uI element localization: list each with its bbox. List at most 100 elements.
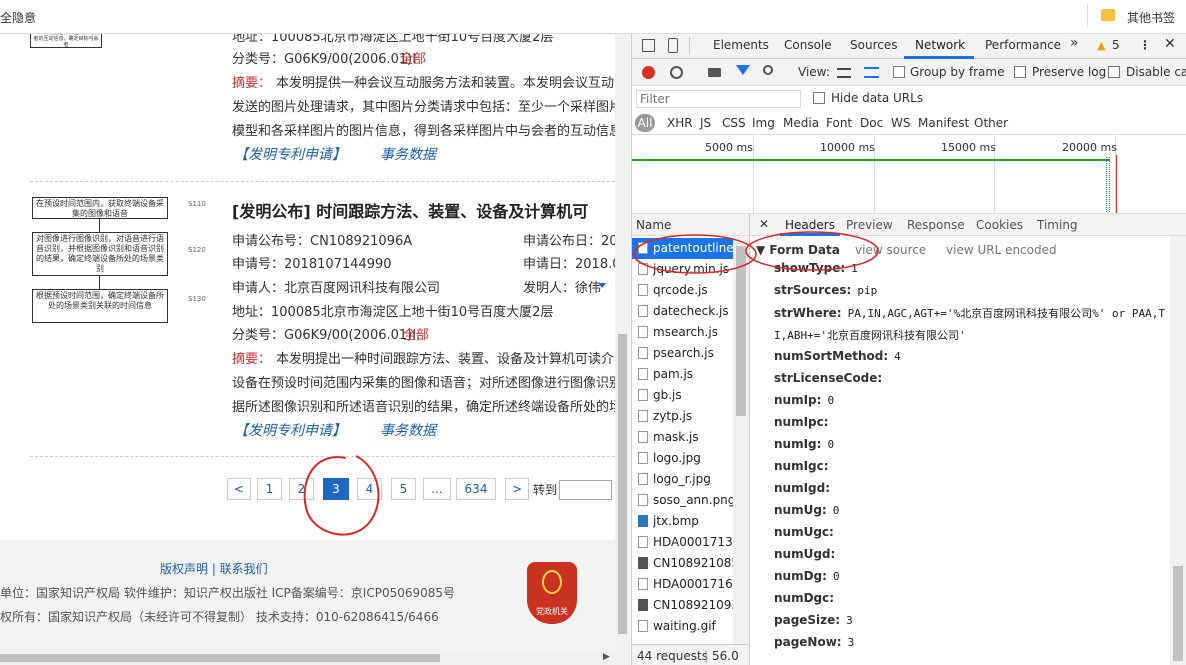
view-url-encoded-link[interactable]: view URL encoded [946, 243, 1057, 257]
next-page-button[interactable]: > [505, 478, 529, 500]
close-details-icon[interactable]: ✕ [759, 217, 769, 231]
disable-cache-checkbox[interactable] [1108, 66, 1120, 78]
request-row[interactable]: logo_r.jpg [638, 469, 738, 490]
status-separator: | [704, 649, 709, 663]
request-name: psearch.js [653, 346, 714, 360]
group-by-frame-checkbox[interactable] [893, 66, 905, 78]
scrollbar-thumb[interactable] [618, 334, 627, 634]
large-rows-icon[interactable] [837, 68, 851, 78]
scroll-right-icon[interactable]: ▶ [603, 652, 610, 662]
tab-response[interactable]: Response [907, 218, 965, 232]
type-filter-js[interactable]: JS [700, 116, 711, 130]
clear-icon[interactable] [670, 66, 683, 79]
tab-elements[interactable]: Elements [713, 38, 769, 52]
warning-count[interactable]: 5 [1112, 38, 1120, 52]
request-row[interactable]: msearch.js [638, 322, 738, 343]
hide-data-urls-checkbox[interactable] [813, 92, 825, 104]
screenshot-camera-icon[interactable] [708, 68, 721, 77]
result1-class-all-link[interactable]: 全部 [400, 48, 426, 67]
type-filter-font[interactable]: Font [826, 116, 852, 130]
form-value: I,ABH+='北京百度网讯科技有限公司' [774, 329, 966, 342]
request-row[interactable]: psearch.js [638, 343, 738, 364]
type-filter-ws[interactable]: WS [891, 116, 910, 130]
filter-icon[interactable] [736, 65, 750, 75]
details-scrollbar[interactable] [1170, 236, 1186, 665]
page-button[interactable]: 1 [257, 478, 282, 500]
result2-affairs-link[interactable]: 事务数据 [380, 420, 436, 440]
request-row[interactable]: CN108921093. [638, 595, 738, 616]
result2-abstract-label: 摘要： [232, 352, 272, 367]
type-filter-xhr[interactable]: XHR [667, 116, 693, 130]
tab-console[interactable]: Console [784, 38, 832, 52]
result2-app-date: 申请日：2018.06 [523, 257, 629, 272]
type-filter-all[interactable]: All [635, 114, 655, 132]
preserve-log-checkbox[interactable] [1014, 66, 1026, 78]
tab-timing[interactable]: Timing [1037, 218, 1078, 232]
form-key: numIp: [774, 393, 822, 407]
bookmark-folder-other[interactable]: 其他书签 [1127, 9, 1175, 26]
request-row[interactable]: CN108921085. [638, 553, 738, 574]
search-icon[interactable] [763, 65, 773, 75]
result2-patent-link[interactable]: 【发明专利申请】 [234, 420, 346, 440]
request-row[interactable]: waiting.gif [638, 616, 738, 637]
type-filter-other[interactable]: Other [974, 116, 1008, 130]
goto-page-input[interactable] [559, 480, 612, 500]
type-filter-img[interactable]: Img [752, 116, 775, 130]
government-badge-icon[interactable]: 党政机关 [527, 562, 577, 624]
network-overview-timeline[interactable]: 5000 ms 10000 ms 15000 ms 20000 ms [632, 134, 1186, 215]
request-row[interactable]: mask.js [638, 427, 738, 448]
chevron-down-icon[interactable] [598, 283, 606, 288]
disable-cache-label: Disable cac [1126, 65, 1186, 79]
devtools-menu-icon[interactable]: ⋮ [1139, 38, 1151, 52]
request-name: HDA00017161 [653, 577, 738, 591]
type-filter-media[interactable]: Media [783, 116, 819, 130]
request-name: jtx.bmp [653, 514, 699, 528]
record-icon[interactable] [642, 66, 655, 79]
type-filter-css[interactable]: CSS [722, 116, 746, 130]
result1-affairs-link[interactable]: 事务数据 [380, 144, 436, 164]
timeline-bar [632, 159, 1110, 161]
scrollbar-thumb[interactable] [0, 654, 440, 662]
request-row[interactable]: HDA00017161 [638, 574, 738, 595]
result2-class-all-link[interactable]: 全部 [403, 324, 429, 343]
request-list-scrollbar[interactable] [733, 236, 749, 644]
form-key: strWhere: [774, 306, 842, 320]
request-row[interactable]: datecheck.js [638, 301, 738, 322]
footer-links[interactable]: 版权声明 | 联系我们 [160, 560, 268, 577]
tab-cookies[interactable]: Cookies [976, 218, 1023, 232]
request-row[interactable]: jtx.bmp [638, 511, 738, 532]
horizontal-scrollbar[interactable]: ▶ [0, 651, 615, 665]
form-value: 4 [894, 350, 901, 363]
inspect-element-icon[interactable] [642, 39, 655, 52]
tab-performance[interactable]: Performance [985, 38, 1061, 52]
form-data-row: numIgd: [774, 481, 836, 495]
request-row[interactable]: zytp.js [638, 406, 738, 427]
more-tabs-button[interactable]: » [1070, 35, 1079, 51]
tab-fragment[interactable]: 全隐意 [0, 9, 36, 26]
network-status-bar: 44 requests | 56.0 [632, 644, 749, 665]
request-name: mask.js [653, 430, 699, 444]
form-value: 0 [832, 504, 840, 517]
page-button[interactable]: 5 [391, 478, 416, 500]
scrollbar-thumb[interactable] [1173, 566, 1183, 661]
prev-page-button[interactable]: < [227, 478, 251, 500]
close-icon[interactable]: ✕ [1164, 36, 1176, 52]
filter-input[interactable] [636, 90, 801, 108]
tab-sources[interactable]: Sources [850, 38, 897, 52]
waterfall-icon[interactable] [864, 67, 879, 78]
request-row[interactable]: soso_ann.png [638, 490, 738, 511]
device-toolbar-icon[interactable] [668, 38, 678, 53]
request-row[interactable]: logo.jpg [638, 448, 738, 469]
result1-patent-link[interactable]: 【发明专利申请】 [234, 144, 346, 164]
tab-network[interactable]: Network [915, 38, 965, 52]
type-filter-manifest[interactable]: Manifest [918, 116, 969, 130]
page-button[interactable]: 634 [456, 478, 496, 500]
vertical-scrollbar[interactable] [615, 34, 630, 665]
transfer-size: 56.0 [712, 649, 739, 663]
request-row[interactable]: HDA00017134 [638, 532, 738, 553]
result2-title[interactable]: [发明公布] 时间跟踪方法、装置、设备及计算机可 [232, 198, 588, 222]
request-row[interactable]: pam.js [638, 364, 738, 385]
request-row[interactable]: qrcode.js [638, 280, 738, 301]
type-filter-doc[interactable]: Doc [860, 116, 883, 130]
request-row[interactable]: gb.js [638, 385, 738, 406]
